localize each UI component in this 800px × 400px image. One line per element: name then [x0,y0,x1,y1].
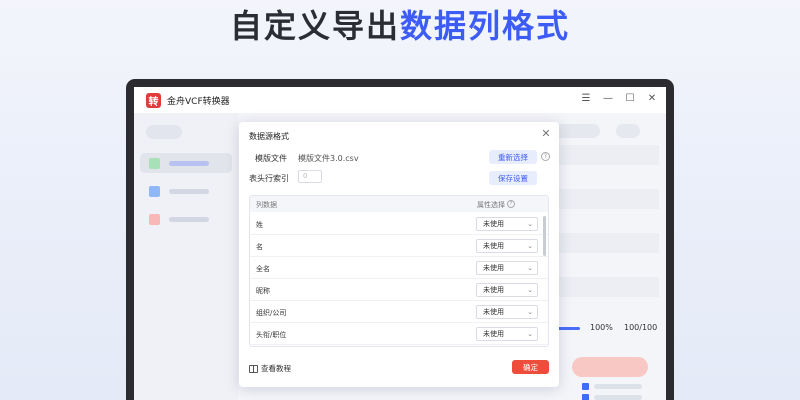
bg-row [559,145,659,165]
app-body: 转 金舟VCF转换器 ☰ — ☐ ✕ 100% 100/100 数据源格式 ✕ … [134,87,666,400]
table-row: 全名 未使用 ⌄ [250,257,548,279]
checkbox-icon[interactable] [582,394,589,400]
row-name: 昵称 [256,287,270,295]
header-index-input[interactable]: 0 [298,170,322,183]
bg-row [559,277,659,297]
bg-line [594,395,642,400]
sidebar-item-icon [149,185,160,197]
sidebar-item-label-placeholder [169,160,209,166]
window-controls: ☰ — ☐ ✕ [580,93,658,105]
chevron-down-icon: ⌄ [527,242,533,250]
row-name: 组织/公司 [256,309,287,317]
table-row: 名 未使用 ⌄ [250,235,548,257]
headline: 自定义导出数据列格式 [0,6,800,46]
row-name: 名 [256,243,263,251]
chevron-down-icon: ⌄ [527,264,533,272]
attribute-select[interactable]: 未使用 ⌄ [476,261,538,275]
reselect-button[interactable]: 重新选择 [489,150,537,164]
progress-count: 100/100 [624,323,658,332]
attribute-select[interactable]: 未使用 ⌄ [476,283,538,297]
chevron-down-icon: ⌄ [527,286,533,294]
sidebar [134,113,238,400]
sidebar-item-1[interactable] [140,153,232,173]
bg-row [559,233,659,253]
sidebar-item-icon [149,157,160,169]
save-settings-button[interactable]: 保存设置 [489,171,537,185]
table-row: 姓 未使用 ⌄ [250,213,548,235]
column-mapping-table: 列数据 属性选择 ? 姓 未使用 ⌄ 名 未使用 ⌄ 全名 未使用 ⌄ 昵称 未… [249,195,549,347]
table-row: 头衔/职位 未使用 ⌄ [250,323,548,345]
template-file-label: 模版文件 [255,154,287,163]
sidebar-item-3[interactable] [140,209,232,229]
bg-row [559,189,659,209]
select-value: 未使用 [483,220,504,228]
table-row: 组织/公司 未使用 ⌄ [250,301,548,323]
bg-line [594,384,642,389]
sidebar-item-label-placeholder [169,216,209,222]
row-name: 头衔/职位 [256,331,287,339]
book-icon [249,364,258,373]
table-row: 昵称 未使用 ⌄ [250,279,548,301]
sidebar-item-2[interactable] [140,181,232,201]
sidebar-search-placeholder[interactable] [146,125,182,139]
bg-action-button[interactable] [572,357,648,377]
select-value: 未使用 [483,286,504,294]
app-title: 金舟VCF转换器 [167,96,230,107]
chevron-down-icon: ⌄ [527,308,533,316]
attribute-select[interactable]: 未使用 ⌄ [476,217,538,231]
title-bar: 转 金舟VCF转换器 ☰ — ☐ ✕ [134,87,666,113]
sidebar-item-label-placeholder [169,188,209,194]
confirm-button[interactable]: 确定 [512,360,549,374]
checkbox-icon[interactable] [582,383,589,390]
dialog-close-icon[interactable]: ✕ [540,127,552,140]
select-value: 未使用 [483,242,504,250]
chevron-down-icon: ⌄ [527,220,533,228]
dialog-title: 数据源格式 [249,132,289,141]
maximize-icon[interactable]: ☐ [624,93,636,105]
help-icon[interactable]: ? [507,200,515,208]
app-logo-icon: 转 [146,92,161,108]
template-file-value: 模版文件3.0.csv [298,154,359,163]
bg-pill [616,124,640,138]
header-index-label: 表头行索引 [249,174,289,183]
attribute-select[interactable]: 未使用 ⌄ [476,305,538,319]
headline-part1: 自定义导出 [229,7,400,45]
column-data-header: 列数据 [256,201,277,209]
chevron-down-icon: ⌄ [527,330,533,338]
select-value: 未使用 [483,264,504,272]
row-name: 全名 [256,265,270,273]
help-icon[interactable]: ? [541,152,550,161]
progress-percent: 100% [590,323,613,332]
view-tutorial-label: 查看教程 [261,364,291,373]
close-window-icon[interactable]: ✕ [646,93,658,105]
table-scrollbar[interactable] [543,216,546,256]
menu-icon[interactable]: ☰ [580,93,592,105]
sidebar-item-icon [149,213,160,225]
attribute-select[interactable]: 未使用 ⌄ [476,327,538,341]
attribute-select[interactable]: 未使用 ⌄ [476,239,538,253]
row-name: 姓 [256,221,263,229]
view-tutorial-link[interactable]: 查看教程 [249,363,291,374]
attribute-select-header: 属性选择 [477,201,505,209]
minimize-icon[interactable]: — [602,93,614,105]
table-header: 列数据 属性选择 ? [250,196,548,212]
progress-bar [558,327,580,330]
app-window: 转 金舟VCF转换器 ☰ — ☐ ✕ 100% 100/100 数据源格式 ✕ … [126,79,674,400]
headline-part2: 数据列格式 [400,7,571,45]
data-source-format-dialog: 数据源格式 ✕ 模版文件 模版文件3.0.csv 重新选择 ? 表头行索引 0 … [239,122,559,387]
select-value: 未使用 [483,330,504,338]
select-value: 未使用 [483,308,504,316]
